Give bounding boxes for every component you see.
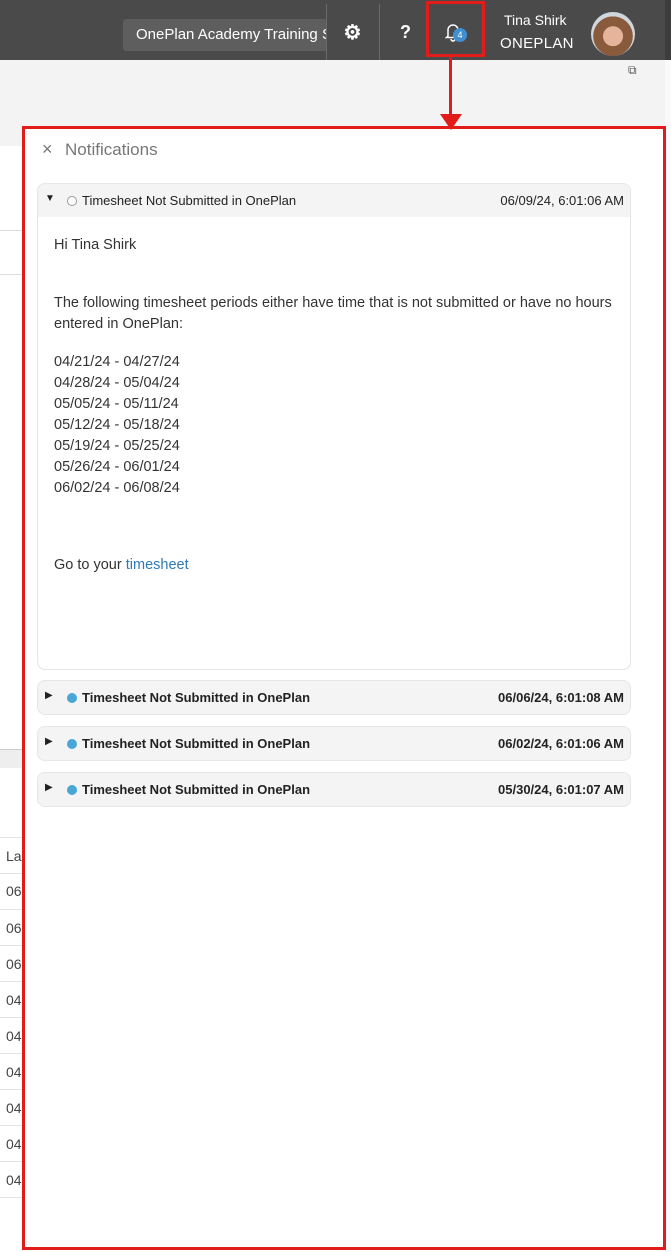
notification-title: Timesheet Not Submitted in OnePlan [82, 782, 311, 797]
period-item: 05/12/24 - 05/18/24 [54, 417, 180, 433]
notification-card[interactable]: ▶ Timesheet Not Submitted in OnePlan 05/… [37, 772, 631, 807]
notification-card[interactable]: ▼ Timesheet Not Submitted in OnePlan 06/… [37, 183, 631, 670]
annotation-arrow-head [440, 114, 462, 130]
notification-header[interactable]: ▼ Timesheet Not Submitted in OnePlan 06/… [38, 184, 630, 217]
gear-icon: ⚙ [343, 21, 362, 44]
table-cell: 04 [6, 1172, 22, 1188]
user-name[interactable]: Tina Shirk [504, 12, 567, 28]
notification-body: Hi Tina Shirk The following timesheet pe… [38, 217, 630, 669]
table-cell: 04 [6, 1028, 22, 1044]
topbar-edge [665, 0, 671, 60]
close-icon[interactable]: × [42, 139, 53, 160]
help-button[interactable]: ? [379, 4, 431, 60]
table-cell: 06 [6, 920, 22, 936]
table-cell: 06 [6, 956, 22, 972]
read-status-icon[interactable] [67, 196, 77, 206]
notification-header[interactable]: ▶ Timesheet Not Submitted in OnePlan 06/… [38, 681, 630, 714]
table-cell: 04 [6, 992, 22, 1008]
notification-date: 06/09/24, 6:01:06 AM [500, 193, 624, 208]
timesheet-link[interactable]: timesheet [126, 557, 189, 573]
notification-header[interactable]: ▶ Timesheet Not Submitted in OnePlan 06/… [38, 727, 630, 760]
caret-right-icon[interactable]: ▶ [45, 690, 53, 701]
caret-down-icon[interactable]: ▼ [45, 193, 55, 204]
popout-icon[interactable]: ⧉ [628, 63, 637, 78]
unread-status-icon[interactable] [67, 785, 77, 795]
top-bar: OnePlan Academy Training Site ⚙ ? 4 Tina… [0, 0, 671, 60]
unread-status-icon[interactable] [67, 693, 77, 703]
notification-title: Timesheet Not Submitted in OnePlan [82, 690, 311, 705]
notification-date: 05/30/24, 6:01:07 AM [498, 782, 624, 797]
notification-header[interactable]: ▶ Timesheet Not Submitted in OnePlan 05/… [38, 773, 630, 806]
period-item: 05/19/24 - 05/25/24 [54, 438, 180, 454]
caret-right-icon[interactable]: ▶ [45, 782, 53, 793]
table-cell: 04 [6, 1136, 22, 1152]
greeting-text: Hi Tina Shirk [54, 237, 137, 253]
goto-line: Go to your timesheet [54, 555, 630, 576]
help-icon: ? [400, 21, 411, 42]
workspace-selector[interactable]: OnePlan Academy Training Site [123, 19, 327, 51]
period-item: 04/21/24 - 04/27/24 [54, 354, 180, 370]
annotation-arrow-line [449, 57, 452, 115]
caret-right-icon[interactable]: ▶ [45, 736, 53, 747]
notification-card[interactable]: ▶ Timesheet Not Submitted in OnePlan 06/… [37, 680, 631, 715]
table-cell: 06 [6, 883, 22, 899]
period-item: 06/02/24 - 06/08/24 [54, 480, 180, 496]
avatar[interactable] [591, 12, 635, 56]
notifications-panel: × Notifications ▼ Timesheet Not Submitte… [22, 126, 666, 1250]
notification-title: Timesheet Not Submitted in OnePlan [82, 193, 297, 208]
notification-title: Timesheet Not Submitted in OnePlan [82, 736, 311, 751]
table-cell: 04 [6, 1064, 22, 1080]
period-item: 05/26/24 - 06/01/24 [54, 459, 180, 475]
period-item: 05/05/24 - 05/11/24 [54, 396, 179, 412]
bell-highlight-annotation [426, 1, 485, 57]
goto-text: Go to your [54, 557, 126, 573]
message-paragraph: The following timesheet periods either h… [54, 295, 612, 332]
user-org: ONEPLAN [500, 35, 574, 52]
table-cell: 04 [6, 1100, 22, 1116]
panel-title: Notifications [65, 140, 158, 159]
unread-status-icon[interactable] [67, 739, 77, 749]
notification-card[interactable]: ▶ Timesheet Not Submitted in OnePlan 06/… [37, 726, 631, 761]
period-item: 04/28/24 - 05/04/24 [54, 375, 180, 391]
column-header: La [6, 848, 22, 864]
notification-date: 06/06/24, 6:01:08 AM [498, 690, 624, 705]
notification-date: 06/02/24, 6:01:06 AM [498, 736, 624, 751]
settings-button[interactable]: ⚙ [326, 4, 378, 60]
